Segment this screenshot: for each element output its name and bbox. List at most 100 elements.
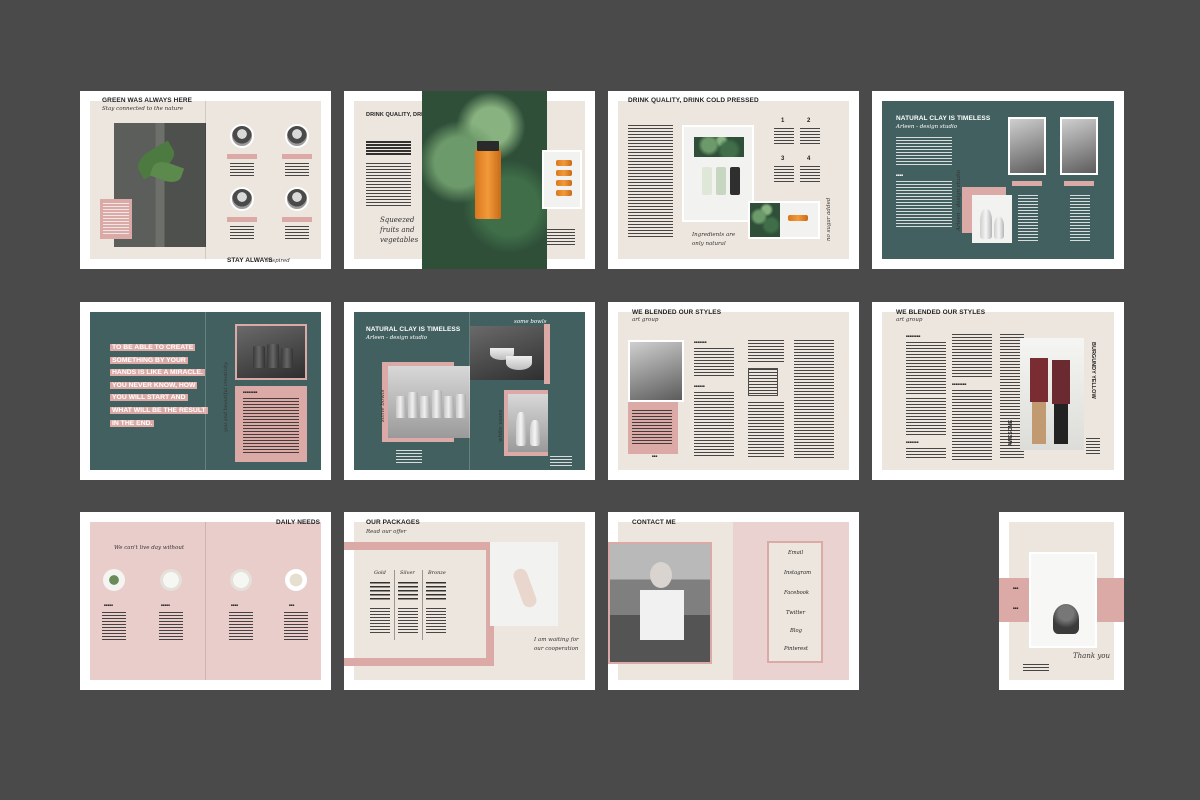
- vases-photo: [972, 195, 1012, 243]
- plant-detail: [750, 203, 780, 237]
- side-script: some bowls: [380, 389, 386, 422]
- package-text: [370, 608, 390, 634]
- side-script: Arleen - design studio: [956, 169, 962, 231]
- body-text: [748, 340, 784, 364]
- spread-title: OUR PACKAGES: [366, 519, 420, 526]
- spread-our-packages[interactable]: OUR PACKAGES Read our offer Gold Silver …: [344, 512, 595, 690]
- bio-text: [285, 163, 309, 177]
- bottle: [788, 215, 808, 221]
- footer-title: STAY ALWAYS: [227, 257, 273, 264]
- clay-cup: [456, 394, 466, 418]
- card-label: ■■■: [652, 454, 658, 458]
- spread-title: DRINK QUALITY, DRINK COLD PRESSED: [628, 97, 759, 104]
- clay-cup: [253, 346, 265, 368]
- contact-email[interactable]: Email: [788, 550, 803, 556]
- product-text: [102, 612, 126, 640]
- vases-photo: [508, 394, 548, 452]
- bottle: [716, 167, 726, 195]
- portrait-man-photo: [628, 340, 684, 402]
- spread-green-was-always-here[interactable]: GREEN WAS ALWAYS HERE Stay connected to …: [80, 91, 331, 269]
- page-thank-you[interactable]: ■■■ ■■■ Thank you: [999, 512, 1124, 690]
- bio-text: [230, 226, 254, 240]
- person-trousers: [1032, 402, 1046, 444]
- plant-detail: [694, 137, 744, 157]
- product-circle-image: [230, 569, 252, 591]
- gutter-line: [205, 312, 206, 470]
- section-label: ■■■■■■: [694, 384, 705, 388]
- spread-drink-quality-1[interactable]: DRINK QUALITY, DRINK COLD PRESSED Squeez…: [344, 91, 595, 269]
- caption-text: [396, 450, 422, 464]
- contact-blog[interactable]: Blog: [790, 628, 802, 634]
- quote-line: TO BE ABLE TO CREATE: [110, 344, 196, 351]
- product-text: [229, 612, 253, 640]
- team-avatar: [285, 124, 309, 148]
- name-label: [282, 217, 312, 222]
- product-label: ■■■■: [231, 603, 239, 607]
- body-text: [694, 348, 734, 378]
- side-script: white vases: [498, 409, 504, 442]
- gutter-line: [205, 101, 206, 259]
- vase: [516, 412, 526, 446]
- package-items: [398, 582, 418, 600]
- spread-quote[interactable]: TO BE ABLE TO CREATE SOMETHING BY YOUR H…: [80, 302, 331, 480]
- name-label: [227, 217, 257, 222]
- spread-title: DAILY NEEDS: [276, 519, 321, 526]
- team-avatar: [230, 124, 254, 148]
- spread-drink-quality-2[interactable]: DRINK QUALITY, DRINK COLD PRESSED 1 2 3 …: [608, 91, 859, 269]
- spread-contact-me[interactable]: CONTACT ME Email Instagram Facebook Twit…: [608, 512, 859, 690]
- clay-cup: [432, 390, 442, 418]
- shirt-shape: [640, 590, 684, 640]
- bottle: [702, 167, 712, 195]
- spread-title: WE BLENDED OUR STYLES: [632, 309, 722, 316]
- package-text: [398, 608, 418, 634]
- clay-cup: [281, 348, 293, 368]
- bottle-cap: [477, 141, 499, 151]
- contact-instagram[interactable]: Instagram: [784, 570, 811, 576]
- spread-title: WE BLENDED OUR STYLES: [896, 309, 986, 316]
- product-label: ■■■■■: [104, 603, 114, 607]
- hand-shape: [511, 566, 539, 610]
- person-trousers: [1054, 404, 1068, 444]
- script-note: Ingredients are only natural: [692, 232, 736, 247]
- name-label: [282, 154, 312, 159]
- contact-facebook[interactable]: Facebook: [784, 590, 809, 596]
- contact-pinterest[interactable]: Pinterest: [784, 646, 808, 652]
- quote-line: YOU NEVER KNOW, HOW: [110, 381, 198, 389]
- quote-line: SOMETHING BY YOUR: [110, 356, 188, 364]
- section-label: ■■■■■■■■: [906, 334, 921, 338]
- spread-subtitle: art group: [632, 317, 659, 323]
- band-label: ■■■: [1013, 586, 1019, 590]
- section-label: ■■■■■■■: [694, 340, 707, 344]
- greenery-bottle-photo: [422, 91, 547, 269]
- bio-text: [285, 226, 309, 240]
- clay-cups-photo: [235, 324, 307, 380]
- contact-twitter[interactable]: Twitter: [786, 610, 805, 616]
- step-text: [800, 128, 820, 144]
- thank-you-script: Thank you: [1073, 652, 1111, 660]
- body-text: [906, 398, 946, 436]
- package-items: [370, 582, 390, 600]
- step-text: [774, 128, 794, 144]
- spread-daily-needs[interactable]: DAILY NEEDS We can't live day without ■■…: [80, 512, 331, 690]
- pull-quote-text: [748, 368, 778, 396]
- mini-bottle: [556, 170, 572, 176]
- body-text: [906, 448, 946, 460]
- column-divider: [394, 570, 395, 640]
- bio-text: [1070, 195, 1090, 241]
- body-text: [952, 334, 992, 378]
- pink-frame-top: [344, 542, 494, 550]
- spread-natural-clay-1[interactable]: NATURAL CLAY IS TIMELESS Arleen - design…: [872, 91, 1124, 269]
- product-text: [284, 612, 308, 640]
- section-label: ■■■■: [896, 173, 904, 177]
- spread-blended-styles-2[interactable]: WE BLENDED OUR STYLES art group ■■■■■■■■…: [872, 302, 1124, 480]
- spread-blended-styles-1[interactable]: WE BLENDED OUR STYLES art group ■■■ ■■■■…: [608, 302, 859, 480]
- package-column-header: Bronze: [428, 570, 446, 576]
- body-text: [794, 340, 834, 458]
- spread-natural-clay-2[interactable]: NATURAL CLAY IS TIMELESS Arleen - design…: [344, 302, 595, 480]
- product-label: ■■■: [289, 603, 295, 607]
- spread-subtitle: art group: [896, 317, 923, 323]
- caption-text: [1086, 438, 1100, 454]
- spread-subtitle: We can't live day without: [114, 545, 185, 551]
- body-text: [628, 125, 673, 237]
- clay-cup: [408, 392, 418, 418]
